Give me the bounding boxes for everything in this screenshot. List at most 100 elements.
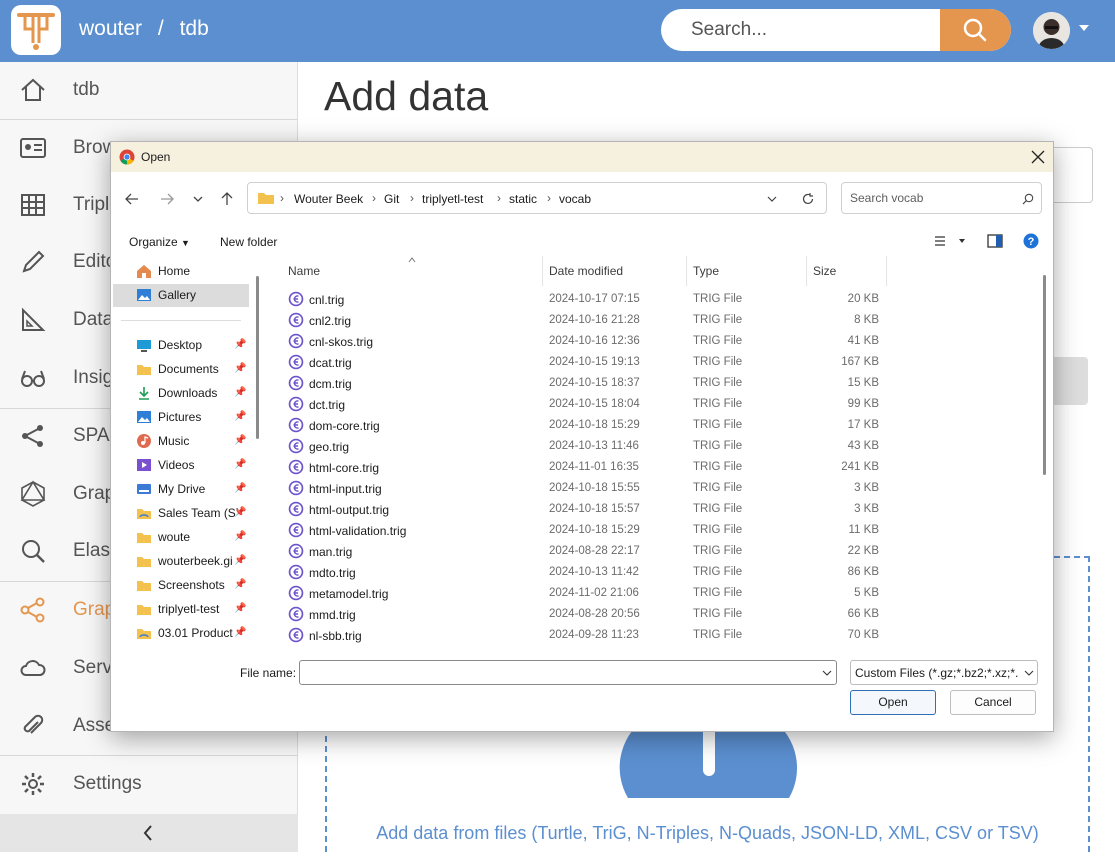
nav-item-label: woute xyxy=(158,530,191,544)
nav-scrollbar[interactable] xyxy=(256,276,259,439)
caret-down-icon[interactable] xyxy=(957,236,967,246)
file-name: html-core.trig xyxy=(309,461,380,475)
close-icon[interactable] xyxy=(1029,148,1047,166)
search-button[interactable] xyxy=(940,9,1011,51)
path-segment[interactable]: triplyetl-test xyxy=(422,192,483,206)
file-row[interactable]: dcat.trig 2024-10-15 19:13 TRIG File 167 KB xyxy=(269,352,1009,373)
nav-item[interactable]: wouterbeek.gi 📌 xyxy=(113,550,249,573)
nav-item[interactable]: Pictures 📌 xyxy=(113,406,249,429)
sidebar-item-settings[interactable]: Settings xyxy=(0,756,298,812)
chevron-down-icon[interactable] xyxy=(822,668,832,678)
search-input[interactable] xyxy=(661,9,940,51)
path-segment[interactable]: Wouter Beek xyxy=(294,192,363,206)
pin-icon: 📌 xyxy=(234,339,247,350)
file-row[interactable]: cnl2.trig 2024-10-16 21:28 TRIG File 8 KB xyxy=(269,310,1009,331)
back-arrow-icon[interactable] xyxy=(123,190,141,208)
file-row[interactable]: mdto.trig 2024-10-13 11:42 TRIG File 86 KB xyxy=(269,562,1009,583)
column-divider[interactable] xyxy=(686,256,687,286)
nav-item-label: Music xyxy=(158,434,190,448)
column-divider[interactable] xyxy=(806,256,807,286)
column-divider[interactable] xyxy=(886,256,887,286)
nav-item[interactable]: My Drive 📌 xyxy=(113,478,249,501)
nav-item[interactable]: Videos 📌 xyxy=(113,454,249,477)
chevron-down-icon[interactable] xyxy=(1078,22,1090,34)
file-row[interactable]: geo.trig 2024-10-13 11:46 TRIG File 43 KB xyxy=(269,436,1009,457)
file-row[interactable]: nl-sbb.trig 2024-09-28 11:23 TRIG File 70 K… xyxy=(269,625,1009,646)
column-header-date[interactable]: Date modified xyxy=(549,264,623,278)
file-type-value: Custom Files (*.gz;*.bz2;*.xz;*.ta xyxy=(855,666,1018,680)
nav-item[interactable]: Downloads 📌 xyxy=(113,382,249,405)
file-date: 2024-10-15 18:04 xyxy=(549,398,640,410)
sidebar-item-home[interactable]: tdb xyxy=(0,62,298,118)
file-date: 2024-11-02 21:06 xyxy=(549,587,639,599)
new-folder-button[interactable]: New folder xyxy=(220,235,277,249)
file-name-input[interactable] xyxy=(299,660,837,685)
nav-item-label: Pictures xyxy=(158,410,202,424)
open-button[interactable]: Open xyxy=(850,690,936,715)
sidebar-collapse-button[interactable] xyxy=(0,814,298,852)
file-size: 41 KB xyxy=(847,335,879,347)
nav-item-label: Home xyxy=(158,264,191,278)
file-row[interactable]: html-validation.trig 2024-10-18 15:29 TRIG… xyxy=(269,520,1009,541)
file-list-scrollbar[interactable] xyxy=(1043,275,1046,475)
chevron-down-icon[interactable] xyxy=(766,193,778,205)
file-type: TRIG File xyxy=(693,377,743,389)
nav-item[interactable]: triplyetl-test 📌 xyxy=(113,598,249,621)
file-size: 11 KB xyxy=(848,524,879,536)
file-row[interactable]: cnl-skos.trig 2024-10-16 12:36 TRIG File 41… xyxy=(269,331,1009,352)
recent-locations-chevron-icon[interactable] xyxy=(189,190,207,208)
file-row[interactable]: dom-core.trig 2024-10-18 15:29 TRIG File 17… xyxy=(269,415,1009,436)
chevron-left-icon xyxy=(143,825,152,841)
path-segment[interactable]: Git xyxy=(384,192,399,206)
trig-file-icon xyxy=(288,606,304,622)
nav-item-home[interactable]: Home xyxy=(113,260,249,283)
nav-item-gallery[interactable]: Gallery xyxy=(113,284,249,307)
nav-item[interactable]: Documents 📌 xyxy=(113,358,249,381)
avatar[interactable] xyxy=(1033,12,1070,49)
nav-item[interactable]: Desktop 📌 xyxy=(113,334,249,357)
file-row[interactable]: mmd.trig 2024-08-28 20:56 TRIG File 66 KB xyxy=(269,604,1009,625)
file-type-select[interactable]: Custom Files (*.gz;*.bz2;*.xz;*.ta xyxy=(850,660,1038,685)
nav-item[interactable]: Music 📌 xyxy=(113,430,249,453)
cancel-button[interactable]: Cancel xyxy=(950,690,1036,715)
column-header-size[interactable]: Size xyxy=(813,264,836,278)
address-bar[interactable]: › Wouter Beek › Git › triplyetl-test › s… xyxy=(247,182,827,214)
file-row[interactable]: dcm.trig 2024-10-15 18:37 TRIG File 15 KB xyxy=(269,373,1009,394)
nav-item[interactable]: woute 📌 xyxy=(113,526,249,549)
column-header-name[interactable]: Name xyxy=(288,264,320,278)
nav-item[interactable]: 03.01 Product 📌 xyxy=(113,622,249,645)
nav-item[interactable]: Screenshots 📌 xyxy=(113,574,249,597)
column-header-type[interactable]: Type xyxy=(693,264,719,278)
refresh-icon[interactable] xyxy=(801,192,815,206)
file-row[interactable]: html-core.trig 2024-11-01 16:35 TRIG File 2… xyxy=(269,457,1009,478)
help-icon[interactable]: ? xyxy=(1023,233,1039,249)
breadcrumb-user[interactable]: wouter xyxy=(79,17,142,41)
file-row[interactable]: html-input.trig 2024-10-18 15:55 TRIG File… xyxy=(269,478,1009,499)
nav-item[interactable]: Sales Team (ST 📌 xyxy=(113,502,249,525)
file-date: 2024-10-13 11:42 xyxy=(549,566,639,578)
dropzone-label[interactable]: Add data from files (Turtle, TriG, N-Tri… xyxy=(330,823,1085,844)
file-row[interactable]: html-output.trig 2024-10-18 15:57 TRIG Fil… xyxy=(269,499,1009,520)
app-logo[interactable] xyxy=(11,5,61,55)
search-icon[interactable] xyxy=(1022,193,1034,205)
file-row[interactable]: metamodel.trig 2024-11-02 21:06 TRIG File 5… xyxy=(269,583,1009,604)
file-row[interactable]: man.trig 2024-08-28 22:17 TRIG File 22 KB xyxy=(269,541,1009,562)
nav-item-label: triplyetl-test xyxy=(158,602,220,616)
up-arrow-icon[interactable] xyxy=(218,190,236,208)
nav-item-label: wouterbeek.gi xyxy=(158,554,233,568)
pin-icon: 📌 xyxy=(234,411,247,422)
forward-arrow-icon[interactable] xyxy=(158,190,176,208)
column-divider[interactable] xyxy=(542,256,543,286)
file-row[interactable]: dct.trig 2024-10-15 18:04 TRIG File 99 KB xyxy=(269,394,1009,415)
breadcrumb-dataset[interactable]: tdb xyxy=(180,17,209,41)
drive-icon xyxy=(137,484,151,494)
file-name: dcat.trig xyxy=(309,356,352,370)
folder-search-input[interactable] xyxy=(842,183,1012,213)
path-segment[interactable]: static xyxy=(509,192,537,206)
file-list: Name Date modified Type Size cnl.trig 202… xyxy=(269,256,1041,652)
file-row[interactable]: cnl.trig 2024-10-17 07:15 TRIG File 20 KB xyxy=(269,289,1009,310)
path-segment[interactable]: vocab xyxy=(559,192,591,206)
preview-pane-icon[interactable] xyxy=(987,234,1003,248)
view-list-icon[interactable] xyxy=(933,234,947,248)
organize-menu[interactable]: Organize ▼ xyxy=(129,235,190,249)
